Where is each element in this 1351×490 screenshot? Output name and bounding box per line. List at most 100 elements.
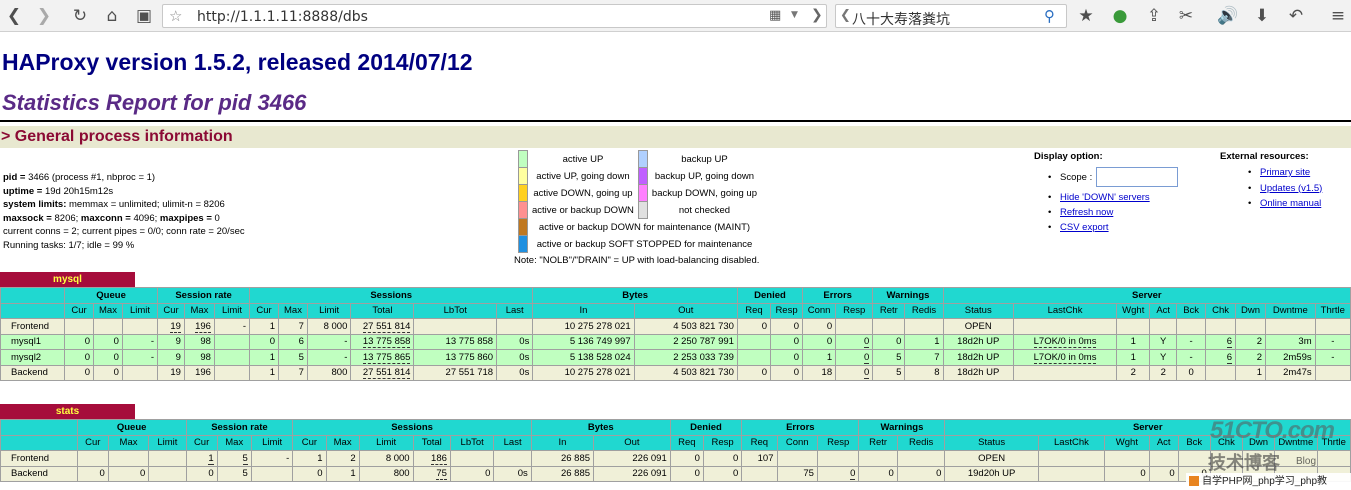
cell: 0 [858, 465, 898, 482]
scope-label: Scope : [1060, 172, 1093, 183]
cell: 0 [770, 364, 804, 381]
cell: 13 775 858 [350, 333, 415, 350]
address-bar[interactable]: ☆ http://1.1.1.11:8888/dbs ▦ ▼ ❯ [162, 4, 827, 28]
undo-icon[interactable]: ↶ [1284, 4, 1308, 28]
proxy-name-stats[interactable]: stats [0, 404, 135, 420]
legend-label: backup DOWN, going up [651, 187, 757, 199]
header-cell: Redis [904, 302, 944, 319]
screenshot-cut-icon[interactable]: ✂ [1174, 4, 1198, 28]
cell: 1 [1116, 333, 1151, 350]
cell [1314, 364, 1351, 381]
header-cell [0, 434, 78, 451]
volume-icon[interactable]: 🔊 [1216, 4, 1240, 28]
cell: - [1176, 349, 1207, 366]
hide-down-servers-link[interactable]: Hide 'DOWN' servers [1060, 192, 1150, 203]
online-manual-link[interactable]: Online manual [1260, 198, 1321, 209]
scope-input[interactable] [1096, 167, 1179, 188]
cell: - [121, 333, 159, 350]
search-bar[interactable]: ❮ 八十大寿落粪坑 ⚲ [835, 4, 1067, 28]
favorites-icon[interactable]: ★ [1074, 4, 1098, 28]
cell: 0s [496, 333, 534, 350]
csv-export-link[interactable]: CSV export [1060, 222, 1109, 233]
cell [1241, 450, 1276, 467]
cell: 0 [736, 364, 772, 381]
cell: 0 [770, 333, 804, 350]
forward-icon[interactable]: ❯ [32, 4, 56, 28]
header-cell [0, 302, 66, 319]
legend-swatch [518, 218, 528, 236]
cell [1104, 450, 1150, 467]
url-dropdown-icon[interactable]: ▼ [791, 10, 798, 20]
search-text[interactable]: 八十大寿落粪坑 [852, 9, 950, 29]
cell [1265, 318, 1316, 335]
cell: 7 [278, 364, 308, 381]
menu-icon[interactable]: ≡ [1326, 4, 1350, 28]
primary-site-link[interactable]: Primary site [1260, 167, 1310, 178]
maxpipes-value: 0 [214, 212, 220, 224]
chat-icon[interactable]: ● [1108, 4, 1132, 28]
refresh-now-link[interactable]: Refresh now [1060, 207, 1113, 218]
cell: 2 [1235, 349, 1267, 366]
cell: 75 [412, 465, 451, 482]
header-warnings: Warnings [872, 287, 944, 304]
share-icon[interactable]: ⇪ [1142, 4, 1166, 28]
header-cell: Req [741, 434, 778, 451]
cell: 5 [872, 349, 906, 366]
header-cell: Conn [802, 302, 837, 319]
header-bytes: Bytes [530, 419, 671, 436]
cell: 0 [449, 465, 495, 482]
cell: 8 [904, 364, 944, 381]
cell: 4 503 821 730 [633, 318, 738, 335]
download-icon[interactable]: ⬇ [1250, 4, 1274, 28]
header-cell: Cur [292, 434, 327, 451]
search-engine-icon[interactable]: ❮ [840, 8, 851, 23]
cell: 0 [770, 349, 804, 366]
section-header: > General process information [0, 126, 1351, 148]
row-name[interactable]: Frontend [0, 450, 78, 467]
home-icon[interactable]: ⌂ [100, 4, 124, 28]
qr-code-icon[interactable]: ▦ [769, 8, 781, 23]
search-icon[interactable]: ⚲ [1044, 7, 1055, 25]
row-name[interactable]: Backend [0, 364, 66, 381]
external-resources: External resources: Primary site Updates… [1220, 151, 1322, 212]
frontend-row: Frontend 15- 128 000 186 26 885 226 091 00… [0, 450, 1351, 467]
reload-icon[interactable]: ↻ [68, 4, 92, 28]
cell: 1 [802, 349, 837, 366]
cell [213, 349, 251, 366]
row-name[interactable]: Backend [0, 465, 78, 482]
cell: 0 [669, 465, 704, 482]
cell [213, 333, 251, 350]
row-name[interactable]: mysql1 [0, 333, 66, 350]
cell: 0 [76, 465, 109, 482]
bookmark-page-icon[interactable]: ▣ [132, 4, 156, 28]
cell: - [306, 349, 352, 366]
cell: 19 [157, 364, 185, 381]
cell: 10 275 278 021 [532, 318, 635, 335]
header-cell: Limit [213, 302, 251, 319]
updates-link[interactable]: Updates (v1.5) [1260, 183, 1322, 194]
go-arrow-icon[interactable]: ❯ [811, 7, 823, 23]
cell: 13 775 865 [350, 349, 415, 366]
header-cell: Limit [148, 434, 187, 451]
favorite-star-icon[interactable]: ☆ [169, 7, 182, 25]
back-icon[interactable]: ❮ [2, 4, 26, 28]
cell: 8 000 [306, 318, 352, 335]
url-text[interactable]: http://1.1.1.11:8888/dbs [197, 9, 368, 25]
subheader-row: Cur Max Limit Cur Max Limit Cur Max Limit Total… [0, 302, 1351, 319]
cell [1316, 450, 1351, 467]
legend-swatch [637, 167, 648, 185]
cell [148, 450, 187, 467]
cell [1316, 465, 1351, 482]
cell: 196 [183, 318, 215, 335]
row-name[interactable]: Frontend [0, 318, 66, 335]
cell: 5 [278, 349, 308, 366]
header-cell: Redis [896, 434, 946, 451]
cell: 4 503 821 730 [633, 364, 738, 381]
status-legend: active UP backup UP active UP, going dow… [518, 150, 761, 253]
header-cell: Chk [1205, 302, 1237, 319]
cell: 0 [770, 318, 804, 335]
row-name[interactable]: mysql2 [0, 349, 66, 366]
cell: 18 [802, 364, 837, 381]
proxy-name-mysql[interactable]: mysql [0, 272, 135, 288]
cell: 0 [64, 333, 95, 350]
